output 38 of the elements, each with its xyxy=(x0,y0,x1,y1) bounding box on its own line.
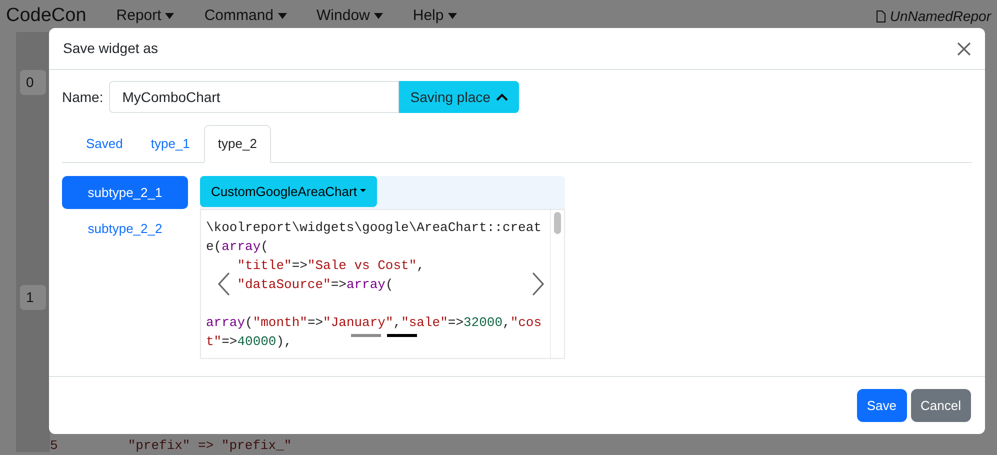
menu-item[interactable]: Command xyxy=(204,4,287,28)
file-icon xyxy=(876,10,886,22)
caret-icon xyxy=(374,12,383,19)
close-icon[interactable] xyxy=(957,42,971,56)
name-label: Name: xyxy=(62,88,104,106)
panel-tab[interactable]: 1 xyxy=(20,285,46,310)
panel-tab[interactable]: 0 xyxy=(20,70,46,95)
report-name[interactable]: UnNamedRepor xyxy=(890,6,991,26)
tab[interactable]: type_2 xyxy=(204,125,271,162)
scrollbar-thumb[interactable] xyxy=(554,212,561,234)
code-line: t"=>40000), xyxy=(206,333,292,351)
code-line: array("month"=>"January","sale"=>32000,"cos xyxy=(206,314,542,332)
save-button[interactable]: Save xyxy=(856,388,907,422)
tab[interactable]: type_1 xyxy=(136,125,204,162)
menu-item[interactable]: Window xyxy=(316,4,383,28)
widget-dropdown[interactable]: CustomGoogleAreaChart xyxy=(200,176,378,207)
line-number: 5 xyxy=(50,437,58,455)
subtype-pill[interactable]: subtype_2_2 xyxy=(62,212,188,246)
cancel-button[interactable]: Cancel xyxy=(910,388,971,422)
chevron-up-icon xyxy=(496,93,508,101)
previous-icon[interactable] xyxy=(217,272,231,296)
tab[interactable]: Saved xyxy=(72,125,137,162)
app-brand: CodeCon xyxy=(6,4,86,28)
menu-item[interactable]: Report xyxy=(116,4,174,28)
code-line: \koolreport\widgets\google\AreaChart::creat xyxy=(206,219,542,237)
code-line: "dataSource"=>array( xyxy=(237,276,394,294)
caret-icon xyxy=(165,12,174,19)
subtype-pill[interactable]: subtype_2_1 xyxy=(62,176,188,209)
next-icon[interactable] xyxy=(531,272,545,296)
code-line: "title"=>"Sale vs Cost", xyxy=(237,257,424,275)
name-input[interactable]: MyComboChart xyxy=(109,81,400,113)
saving-place-button[interactable]: Saving place xyxy=(399,81,520,113)
caret-icon xyxy=(278,12,287,19)
dialog-title: Save widget as xyxy=(63,39,158,58)
code-line: "prefix" => "prefix_" xyxy=(128,437,292,455)
code-line: e(array( xyxy=(206,238,268,256)
menu-item[interactable]: Help xyxy=(412,4,457,28)
caret-icon xyxy=(448,12,457,19)
